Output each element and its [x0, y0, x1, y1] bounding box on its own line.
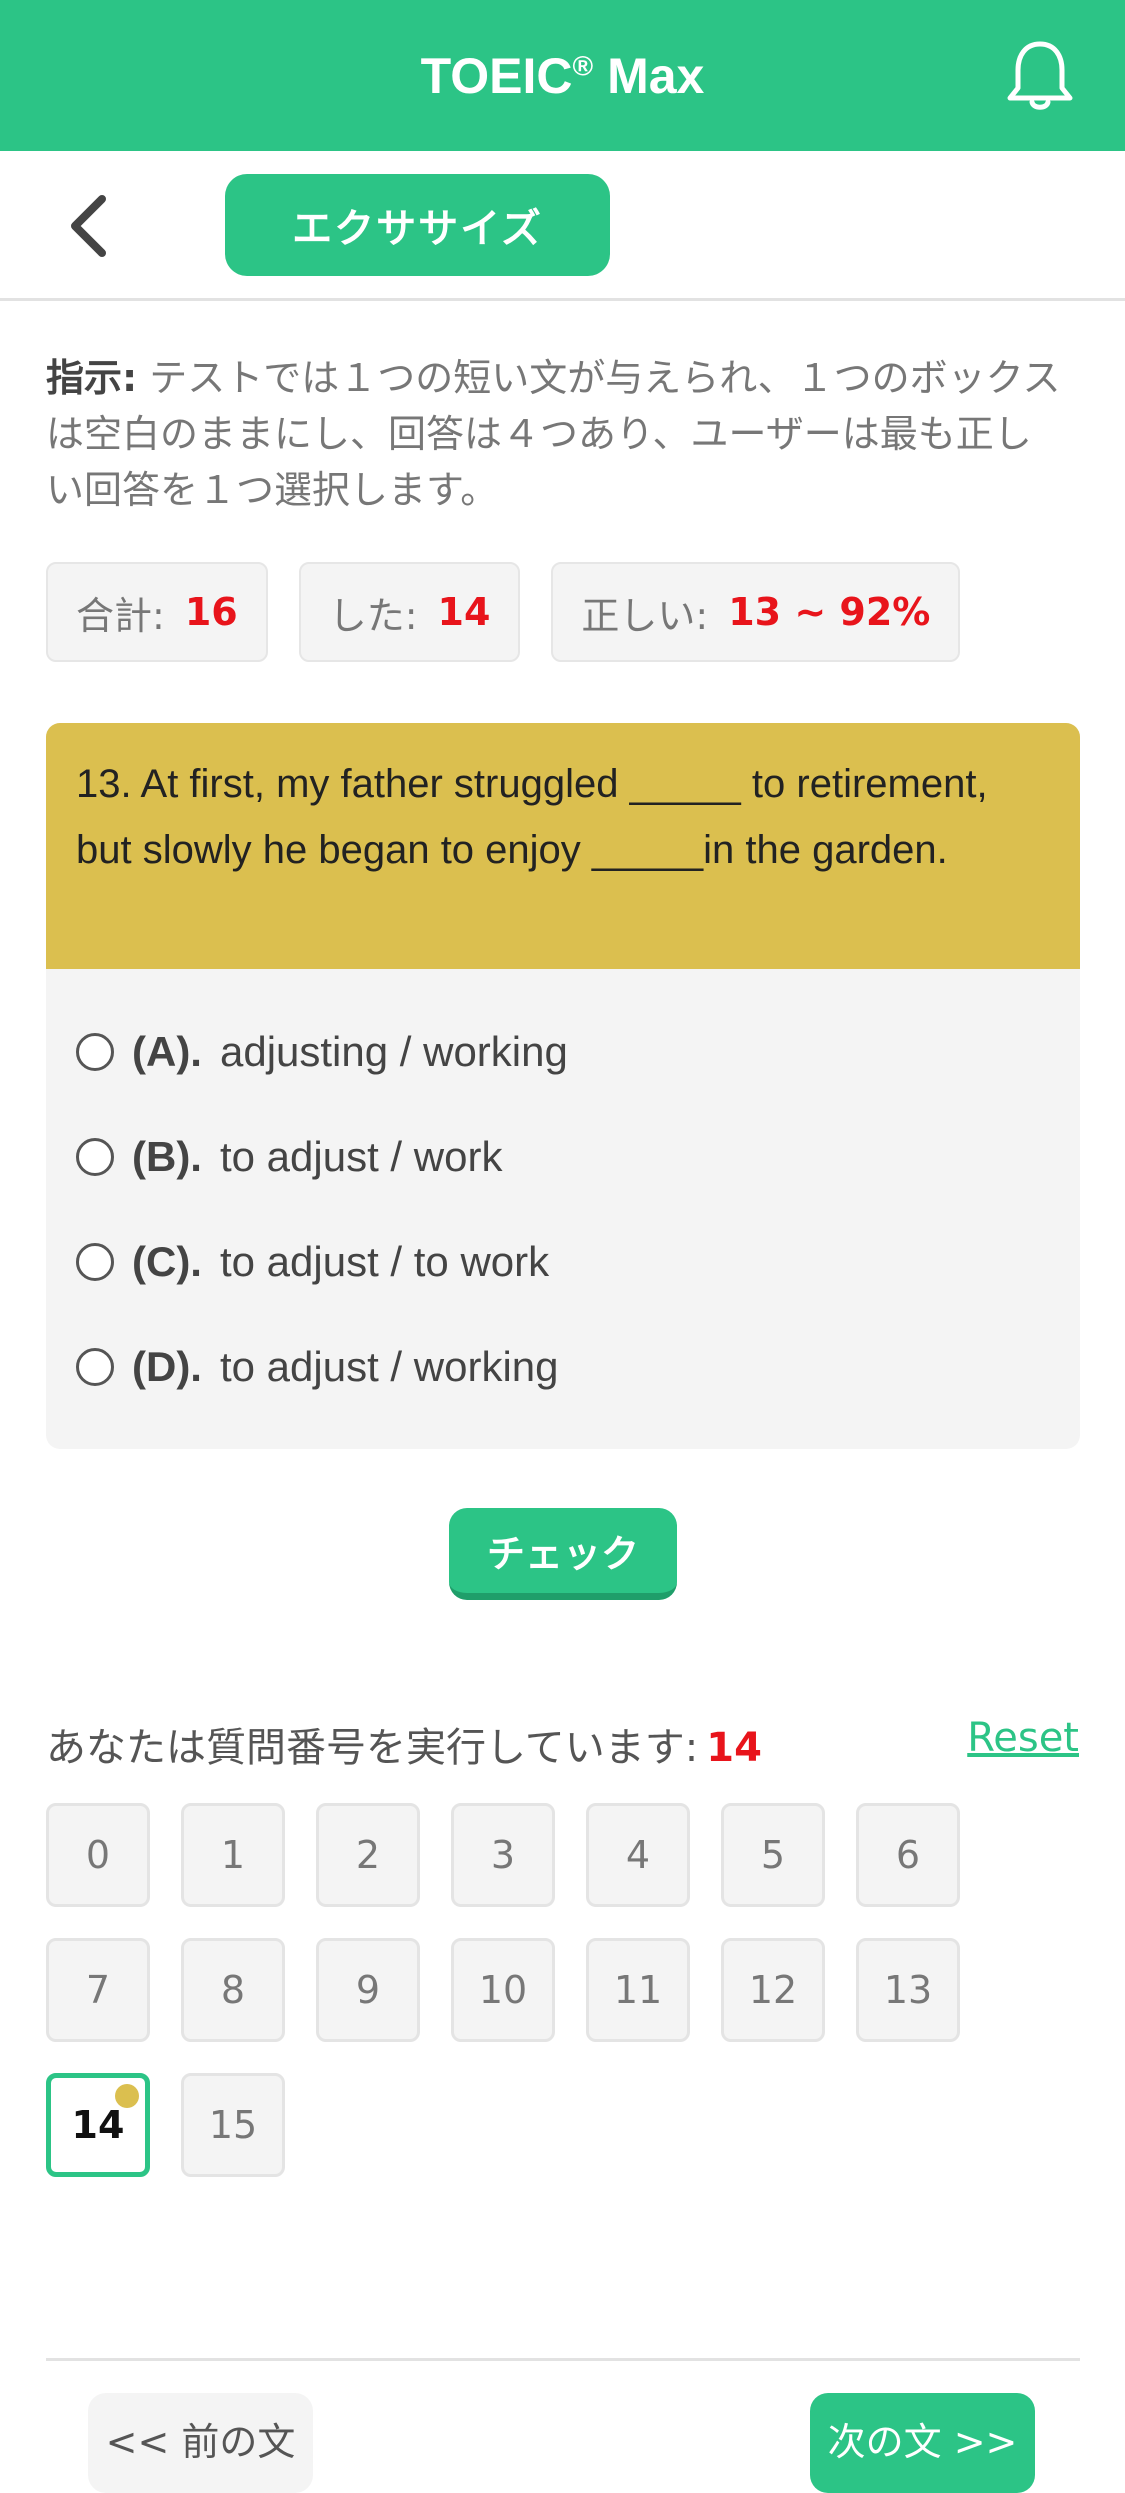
question-text: 13. At first, my father struggled _____ … [46, 723, 1080, 969]
question-number-button[interactable]: 6 [856, 1803, 960, 1907]
divider [46, 2358, 1080, 2361]
question-number-button[interactable]: 2 [316, 1803, 420, 1907]
next-sentence-button[interactable]: 次の文 >> [810, 2393, 1035, 2493]
instructions-text: テストでは１つの短い文が与えられ、１つのボックスは空白のままにし、回答は４つあり… [46, 356, 1061, 512]
check-button[interactable]: チェック [449, 1508, 677, 1600]
reset-link[interactable]: Reset [967, 1715, 1079, 1761]
option-b[interactable]: (B). to adjust / work [76, 1104, 1050, 1209]
question-number-button[interactable]: 4 [586, 1803, 690, 1907]
instructions-label: 指示: [46, 356, 138, 400]
current-question-number: 14 [706, 1725, 762, 1771]
question-card: 13. At first, my father struggled _____ … [46, 723, 1080, 1449]
question-number-button[interactable]: 13 [856, 1938, 960, 2042]
sub-navigation: エクササイズ [0, 151, 1125, 301]
progress-label: あなたは質問番号を実行しています: 14 [46, 1725, 762, 1771]
question-number-button[interactable]: 14 [46, 2073, 150, 2177]
option-a[interactable]: (A). adjusting / working [76, 999, 1050, 1104]
bell-icon[interactable] [1005, 38, 1075, 113]
question-number-button[interactable]: 11 [586, 1938, 690, 2042]
stat-done: した: 14 [298, 562, 521, 662]
question-number-button[interactable]: 15 [181, 2073, 285, 2177]
current-indicator-dot [115, 2084, 139, 2108]
radio-button[interactable] [76, 1242, 114, 1281]
answer-options: (A). adjusting / working (B). to adjust … [46, 969, 1080, 1449]
stat-total: 合計: 16 [46, 562, 268, 662]
question-number-button[interactable]: 9 [316, 1938, 420, 2042]
question-number-button[interactable]: 8 [181, 1938, 285, 2042]
chevron-left-icon[interactable] [60, 191, 120, 261]
app-title: TOEIC® Max [420, 47, 705, 104]
question-number-button[interactable]: 0 [46, 1803, 150, 1907]
tab-exercise[interactable]: エクササイズ [225, 174, 610, 276]
option-d[interactable]: (D). to adjust / working [76, 1314, 1050, 1419]
question-number-grid: 0 1 2 3 4 5 6 7 8 9 10 11 12 13 14 15 [46, 1803, 1080, 2177]
question-number-button[interactable]: 7 [46, 1938, 150, 2042]
question-number-button[interactable]: 1 [181, 1803, 285, 1907]
stats-bar: 合計: 16 した: 14 正しい: 13 ~ 92% [46, 562, 961, 662]
instructions: 指示: テストでは１つの短い文が与えられ、１つのボックスは空白のままにし、回答は… [46, 350, 1066, 518]
question-number-button[interactable]: 12 [721, 1938, 825, 2042]
question-number-button[interactable]: 3 [451, 1803, 555, 1907]
radio-button[interactable] [76, 1347, 114, 1386]
question-number-button[interactable]: 10 [451, 1938, 555, 2042]
app-header: TOEIC® Max [0, 0, 1125, 151]
previous-sentence-button[interactable]: << 前の文 [88, 2393, 313, 2493]
question-number-button[interactable]: 5 [721, 1803, 825, 1907]
radio-button[interactable] [76, 1137, 114, 1176]
stat-correct: 正しい: 13 ~ 92% [551, 562, 961, 662]
option-c[interactable]: (C). to adjust / to work [76, 1209, 1050, 1314]
radio-button[interactable] [76, 1032, 114, 1071]
